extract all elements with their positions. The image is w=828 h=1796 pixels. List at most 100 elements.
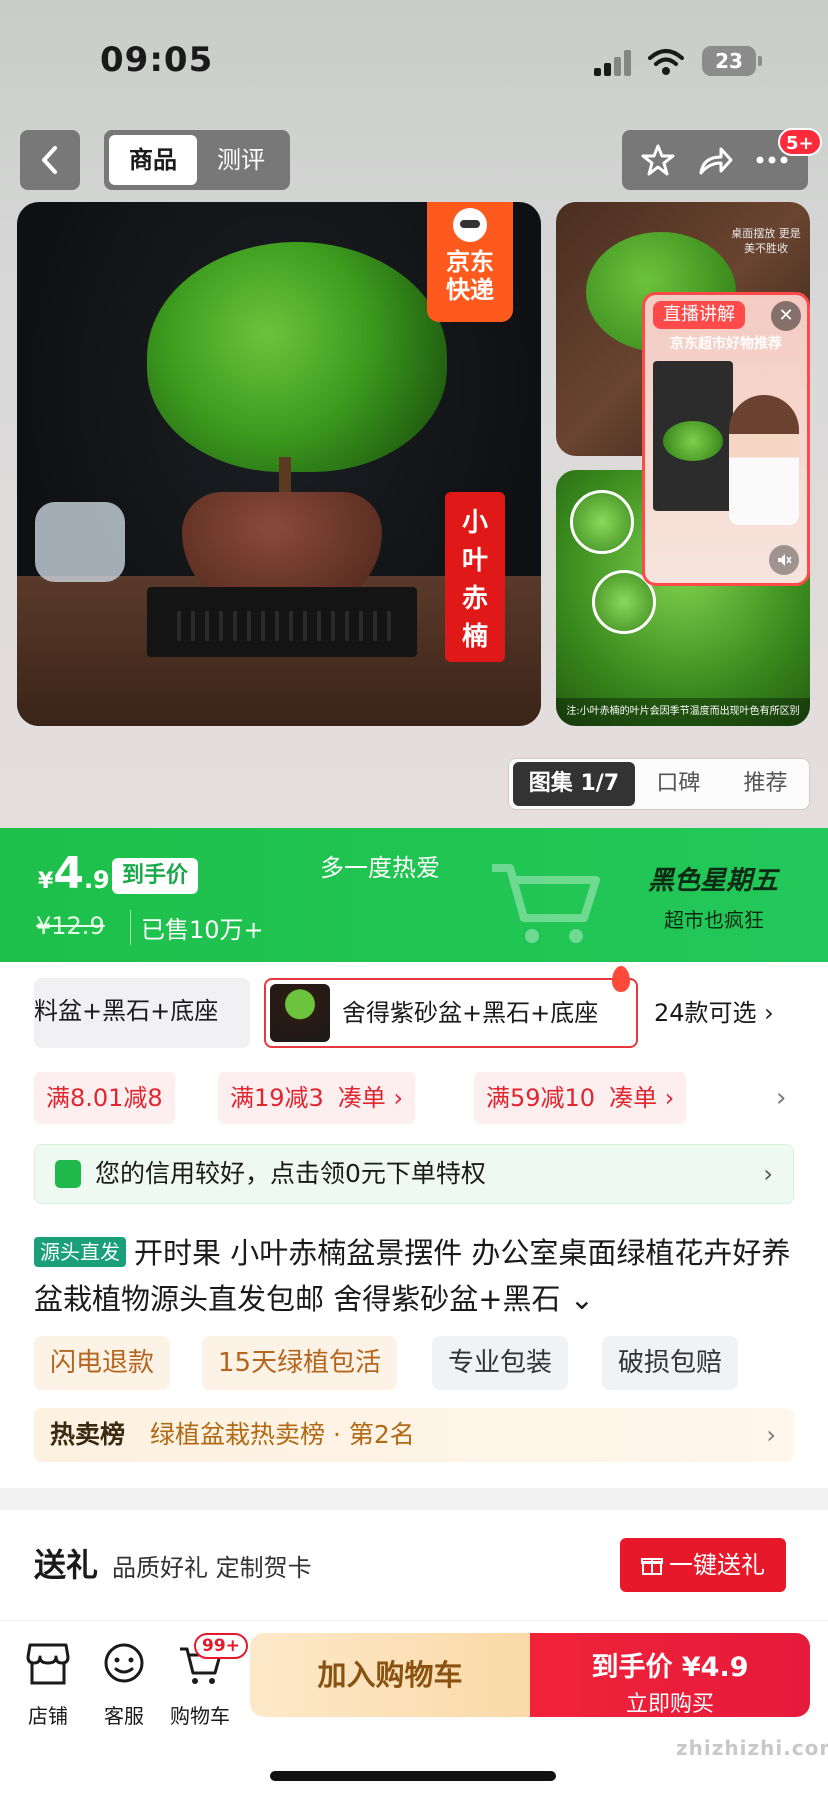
coupon-3[interactable]: 满59减10 凑单 › [474,1072,687,1124]
bonsai-stand [147,587,417,657]
variant-more-link[interactable]: 24款可选 › [654,978,774,1048]
buy-now-label: 立即购买 [625,1692,714,1717]
product-info: 料盆+黑石+底座 舍得紫砂盆+黑石+底座 24款可选 › 满8.01减8 满19… [0,962,828,1488]
cart-count-badge: 99+ [194,1633,248,1659]
live-stream-window[interactable]: 直播讲解 ✕ 京东超市好物推荐 [642,292,810,586]
buy-now-price: 到手价 ¥4.9 [591,1652,749,1683]
service-tag-refund: 闪电退款 [34,1336,171,1390]
store-label: 店铺 [28,1704,68,1728]
coupon-3-link: 凑单 › [609,1084,675,1112]
source-direct-badge: 源头直发 [34,1237,126,1267]
gift-section: 送礼 品质好礼 定制贺卡 一键送礼 [0,1510,828,1620]
share-button[interactable] [693,138,737,182]
thumb-caption: 桌面摆放 更是美不胜收 [731,227,801,255]
bottom-action-bar: 店铺 客服 购物车 99+ 加入购物车 到手价 ¥4.9 立即购买 [0,1620,828,1796]
one-click-gift-button[interactable]: 一键送礼 [620,1538,786,1592]
promo-slogan: 多一度热爱 [320,854,440,882]
tab-gallery[interactable]: 图集 1/7 [513,762,635,806]
service-tag-damage: 破损包赔 [602,1336,739,1390]
variant-option-2[interactable]: 舍得紫砂盆+黑石+底座 [264,966,638,1048]
service-label: 客服 [104,1704,144,1728]
favorite-button[interactable] [636,138,680,182]
rank-arrow: › [766,1421,776,1449]
star-icon [641,144,675,176]
final-price-tag: 到手价 [112,858,199,894]
variant-option-1[interactable]: 料盆+黑石+底座 [34,978,250,1048]
customer-service-button[interactable]: 客服 [84,1641,164,1729]
sold-count: 已售10万+ [130,910,264,945]
store-button[interactable]: 店铺 [8,1641,88,1729]
tab-recommend[interactable]: 推荐 [722,762,809,806]
bonsai-foliage [147,242,447,472]
event-title: 黑色星期五 [648,866,779,896]
battery-indicator: 23 [702,46,762,76]
tab-product[interactable]: 商品 [109,135,197,185]
cart-label: 购物车 [170,1704,230,1728]
shopping-bag-icon [55,1160,81,1188]
leaf-detail-1 [570,490,634,554]
gift-button-label: 一键送礼 [669,1551,765,1579]
service-tag-alive: 15天绿植包活 [202,1336,398,1390]
seal-text: 小叶赤楠 [461,508,488,652]
coupon-3-text: 满59减10 [486,1084,596,1112]
live-close-button[interactable]: ✕ [771,301,801,331]
live-host [729,395,799,525]
live-subtitle: 京东超市好物推荐 [670,336,782,352]
store-icon [26,1643,70,1685]
promo-price: ¥4.9 [38,848,110,899]
add-to-cart-button[interactable]: 加入购物车 [250,1633,530,1717]
credit-text: 您的信用较好，点击领0元下单特权 [95,1159,486,1188]
event-subtitle: 超市也疯狂 [664,908,764,932]
service-icon [104,1643,144,1683]
mute-icon [778,554,792,566]
buy-now-button[interactable]: 到手价 ¥4.9 立即购买 [530,1633,810,1717]
coupon-2[interactable]: 满19减3 凑单 › [218,1072,416,1124]
promo-banner: ¥4.9 到手价 ¥12.9 已售10万+ 多一度热爱 黑色星期五 超市也疯狂 [0,828,828,962]
price-decimal: .9 [83,866,110,894]
original-price: ¥12.9 [36,912,105,940]
live-display-board [653,361,733,511]
coupon-more-arrow[interactable]: › [776,1072,786,1124]
share-icon [699,147,733,175]
thumb-note: 注:小叶赤楠的叶片会因季节温度而出现叶色有所区别 [556,698,810,726]
more-dots-icon [756,156,788,164]
bestseller-rank[interactable]: 热卖榜 绿植盆栽热卖榜 · 第2名 › [34,1408,794,1462]
coupon-row: 满8.01减8 满19减3 凑单 › 满59减10 凑单 › › [34,1072,794,1124]
tab-review[interactable]: 测评 [197,135,285,185]
main-product-image[interactable]: 京东快递 小叶赤楠 [17,202,541,726]
hot-flame-icon [612,966,630,992]
chevron-left-icon [42,146,57,174]
variant-selector: 料盆+黑石+底座 舍得紫砂盆+黑石+底座 24款可选 › [34,966,794,1048]
cart-graphic-icon [492,864,600,943]
gift-icon [641,1558,663,1575]
coupon-1[interactable]: 满8.01减8 [34,1072,175,1124]
coupon-1-text: 满8.01减8 [46,1084,163,1112]
back-button[interactable] [20,130,80,190]
mute-button[interactable] [769,545,799,575]
wifi-icon [648,49,684,75]
live-tag: 直播讲解 [653,301,745,329]
jd-express-tag: 京东快递 [427,202,513,322]
more-badge: 5+ [778,128,822,156]
credit-arrow: › [763,1160,773,1188]
decor-figure [35,502,125,582]
product-title[interactable]: 源头直发 开时果 小叶赤楠盆景摆件 办公室桌面绿植花卉好养盆栽植物源头直发包邮 舍… [34,1230,794,1322]
signal-icon [594,50,634,76]
gallery-tabs: 图集 1/7 口碑 推荐 [508,758,810,810]
gift-subtitle: 品质好礼 定制贺卡 [112,1554,312,1582]
product-name-seal: 小叶赤楠 [445,492,505,662]
jd-mascot-icon [453,208,487,242]
gift-label: 送礼 [34,1546,99,1584]
variant-option-2-label: 舍得紫砂盆+黑石+底座 [342,999,599,1027]
currency-symbol: ¥ [38,869,54,894]
coupon-2-link: 凑单 › [337,1084,404,1112]
credit-banner[interactable]: 您的信用较好，点击领0元下单特权 › [34,1144,794,1204]
status-bar: 09:05 23 [0,40,828,84]
watermark: zhizhizhi.com [676,1736,828,1760]
coupon-2-text: 满19减3 [230,1084,324,1112]
home-indicator [270,1771,556,1781]
header-tabs: 商品 测评 [104,130,290,190]
ship-tag-text: 京东快递 [446,248,494,304]
status-time: 09:05 [100,40,214,80]
tab-reputation[interactable]: 口碑 [635,762,722,806]
